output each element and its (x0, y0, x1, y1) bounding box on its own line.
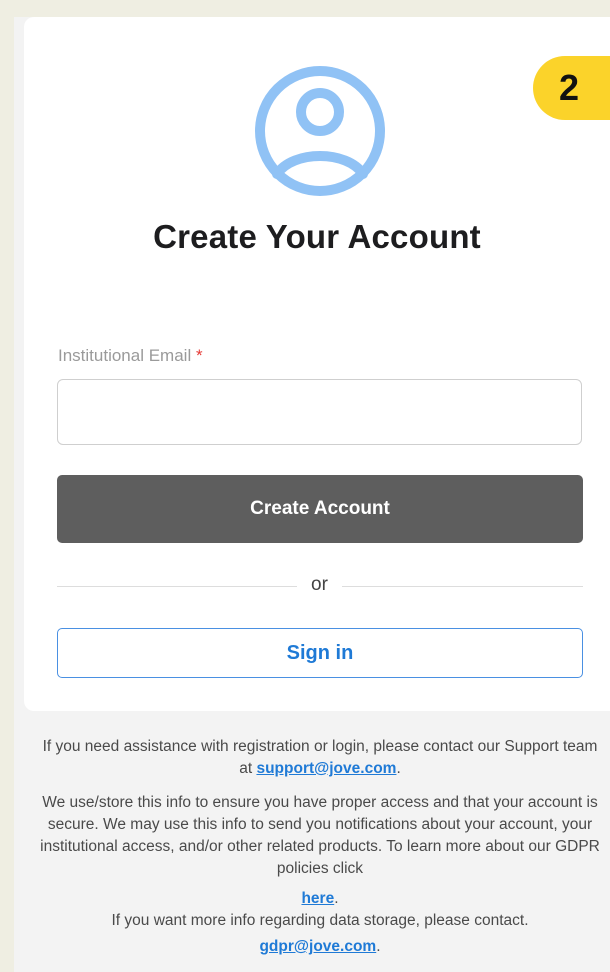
storage-paragraph: If you want more info regarding data sto… (40, 910, 600, 932)
create-account-button[interactable]: Create Account (57, 475, 583, 543)
email-field-label: Institutional Email * (58, 346, 203, 366)
privacy-text: We use/store this info to ensure you hav… (40, 794, 600, 877)
email-field[interactable] (57, 379, 582, 445)
gdpr-suffix: . (376, 938, 381, 955)
user-circle-icon (255, 66, 385, 196)
step-badge: 2 (533, 56, 610, 120)
required-marker: * (195, 346, 203, 365)
here-suffix: . (334, 890, 339, 907)
page-left-strip (0, 0, 14, 972)
support-email-link[interactable]: support@jove.com (256, 760, 396, 777)
storage-text: If you want more info regarding data sto… (111, 912, 529, 929)
page-top-strip (0, 0, 610, 17)
divider-or-text: or (311, 574, 328, 595)
gdpr-email-link[interactable]: gdpr@jove.com (259, 938, 376, 955)
assist-suffix: . (396, 760, 401, 777)
privacy-paragraph: We use/store this info to ensure you hav… (40, 792, 600, 880)
assist-paragraph: If you need assistance with registration… (40, 736, 600, 780)
page-title: Create Your Account (153, 218, 481, 255)
sign-in-button[interactable]: Sign in (57, 628, 583, 678)
divider-line-left (57, 586, 297, 587)
divider-line-right (342, 586, 583, 587)
here-line: here. (40, 888, 600, 910)
gdpr-email-line: gdpr@jove.com. (40, 936, 600, 958)
footer-info: If you need assistance with registration… (40, 736, 600, 958)
gdpr-policy-link[interactable]: here (301, 890, 334, 907)
email-label-text: Institutional Email (58, 346, 192, 365)
